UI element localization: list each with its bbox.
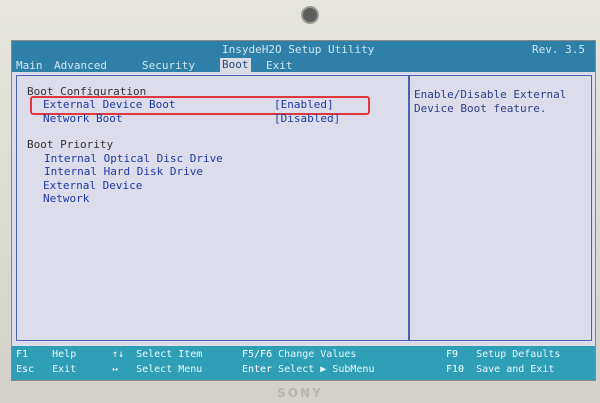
boot-priority-item[interactable]: Network: [43, 192, 89, 205]
boot-priority-item[interactable]: Internal Hard Disk Drive: [44, 165, 203, 178]
footer-key-help: F1 Help: [16, 349, 77, 360]
section-heading-boot-priority: Boot Priority: [27, 138, 114, 151]
help-panel: Enable/Disable External Device Boot feat…: [408, 75, 592, 341]
footer-key-change-values: F5/F6 Change Values: [242, 349, 357, 360]
bios-revision: Rev. 3.5: [532, 43, 585, 56]
bios-tab-bar: Main Advanced Security Boot Exit: [12, 58, 595, 72]
footer-key-exit: Esc Exit: [16, 364, 77, 375]
bios-screen: InsydeH2O Setup Utility Rev. 3.5 Main Ad…: [11, 40, 596, 381]
tab-advanced[interactable]: Advanced: [54, 59, 107, 72]
boot-priority-item[interactable]: External Device: [43, 179, 142, 192]
boot-priority-item[interactable]: Internal Optical Disc Drive: [44, 152, 223, 165]
option-external-device-boot[interactable]: External Device Boot: [43, 98, 175, 111]
key-help-footer: F1 Help Esc Exit ↑↓ Select Item ↔ Select…: [12, 346, 595, 380]
footer-key-select-item: ↑↓ Select Item: [112, 349, 203, 360]
tab-main[interactable]: Main: [16, 59, 43, 72]
bios-title-bar: InsydeH2O Setup Utility Rev. 3.5: [12, 41, 595, 58]
value-network-boot[interactable]: [Disabled]: [274, 112, 340, 125]
tab-boot[interactable]: Boot: [220, 58, 251, 72]
tab-exit[interactable]: Exit: [266, 59, 293, 72]
footer-key-select-menu: ↔ Select Menu: [112, 364, 203, 375]
option-network-boot[interactable]: Network Boot: [43, 112, 122, 125]
footer-key-setup-defaults: F9 Setup Defaults: [446, 349, 561, 360]
footer-key-enter-submenu: Enter Select ▶ SubMenu: [242, 364, 375, 375]
help-text: Enable/Disable External Device Boot feat…: [414, 88, 567, 115]
laptop-brand-logo: SONY: [277, 386, 323, 400]
tab-security[interactable]: Security: [142, 59, 195, 72]
value-external-device-boot[interactable]: [Enabled]: [274, 98, 334, 111]
footer-key-save-exit: F10 Save and Exit: [446, 364, 555, 375]
webcam-icon: [301, 6, 319, 24]
bios-title: InsydeH2O Setup Utility: [222, 43, 375, 56]
